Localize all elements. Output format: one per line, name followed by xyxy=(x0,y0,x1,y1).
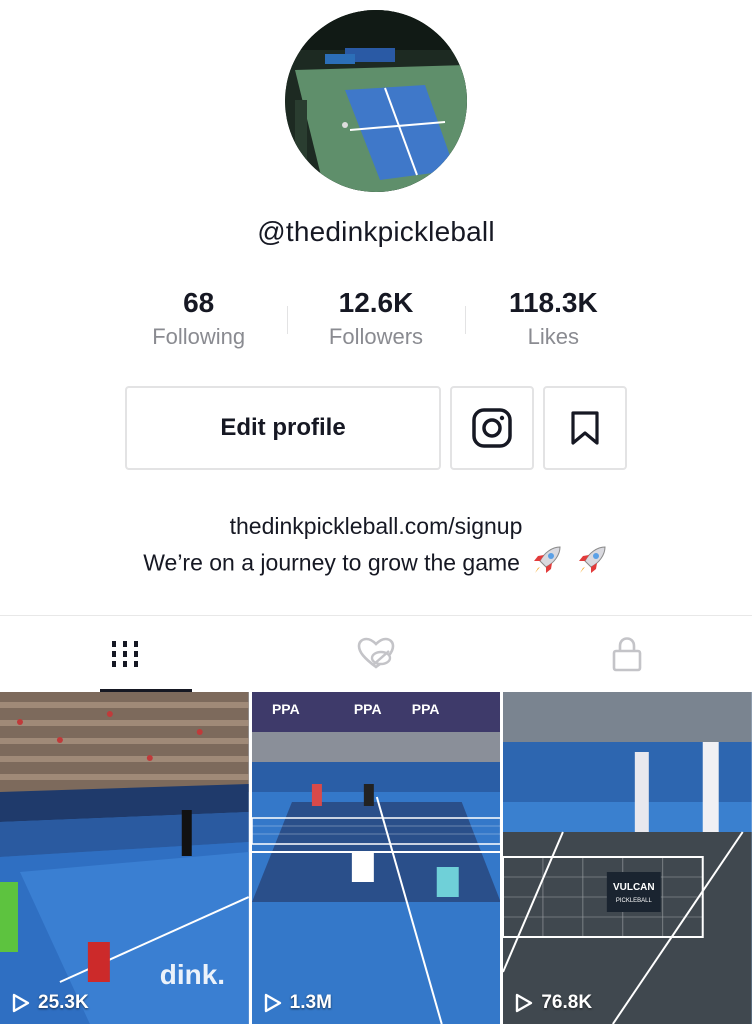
liked-heart-hidden-icon xyxy=(357,637,395,669)
tab-liked[interactable] xyxy=(251,616,502,692)
view-count: 25.3K xyxy=(12,992,89,1014)
instagram-button[interactable] xyxy=(450,386,534,470)
stat-following[interactable]: 68 Following xyxy=(110,286,287,356)
video-grid: dink. 25.3K PPA PPA PPA 1.3M VULCAN PICK… xyxy=(0,692,752,1024)
avatar-court-image xyxy=(285,10,467,192)
svg-text:PPA: PPA xyxy=(272,701,300,717)
view-count: 76.8K xyxy=(515,992,592,1014)
instagram-icon xyxy=(472,408,512,448)
followers-label: Followers xyxy=(328,324,424,349)
svg-text:PPA: PPA xyxy=(411,701,439,717)
video-thumbnail[interactable]: PPA PPA PPA 1.3M xyxy=(251,692,501,1024)
profile-actions: Edit profile xyxy=(125,386,627,470)
tab-videos[interactable] xyxy=(0,616,251,692)
rocket-icon xyxy=(575,543,609,586)
rocket-icon xyxy=(530,543,564,586)
video-3-image: VULCAN PICKLEBALL xyxy=(503,692,752,1024)
followers-count: 12.6K xyxy=(338,287,414,318)
following-label: Following xyxy=(152,324,246,349)
profile-avatar[interactable] xyxy=(285,10,467,192)
play-icon xyxy=(264,993,281,1013)
bookmark-icon xyxy=(571,411,599,445)
profile-stats: 68 Following 12.6K Followers 118.3K Like… xyxy=(110,286,642,356)
svg-text:dink.: dink. xyxy=(160,959,225,990)
tab-private[interactable] xyxy=(501,616,752,692)
video-1-image: dink. xyxy=(0,692,249,1024)
svg-text:PPA: PPA xyxy=(354,701,382,717)
play-icon xyxy=(12,993,30,1013)
view-count-label: 76.8K xyxy=(541,992,593,1013)
video-thumbnail[interactable]: dink. 25.3K xyxy=(0,692,249,1024)
svg-text:PICKLEBALL: PICKLEBALL xyxy=(616,898,653,904)
bio-text: We’re on a journey to grow the game xyxy=(143,549,520,576)
video-2-image: PPA PPA PPA xyxy=(251,692,501,1024)
edit-profile-button[interactable]: Edit profile xyxy=(125,386,441,470)
svg-text:VULCAN: VULCAN xyxy=(613,882,655,893)
lock-icon xyxy=(612,637,641,672)
bio-link[interactable]: thedinkpickleball.com/signup xyxy=(0,510,752,543)
stat-likes[interactable]: 118.3K Likes xyxy=(464,286,642,356)
following-count: 68 xyxy=(183,287,215,318)
likes-count: 118.3K xyxy=(508,287,598,318)
profile-tabs xyxy=(0,615,752,692)
view-count-label: 25.3K xyxy=(38,992,89,1013)
stat-followers[interactable]: 12.6K Followers xyxy=(287,286,464,356)
video-thumbnail[interactable]: VULCAN PICKLEBALL 76.8K xyxy=(503,692,752,1024)
play-icon xyxy=(516,993,533,1013)
profile-bio: thedinkpickleball.com/signup We’re on a … xyxy=(0,510,752,586)
view-count: 1.3M xyxy=(264,992,332,1014)
likes-label: Likes xyxy=(527,324,579,349)
view-count-label: 1.3M xyxy=(289,992,332,1013)
favorites-button[interactable] xyxy=(543,386,627,470)
username: @thedinkpickleball xyxy=(257,216,495,247)
grid-icon xyxy=(112,641,139,667)
bio-text-line: We’re on a journey to grow the game xyxy=(0,543,752,586)
